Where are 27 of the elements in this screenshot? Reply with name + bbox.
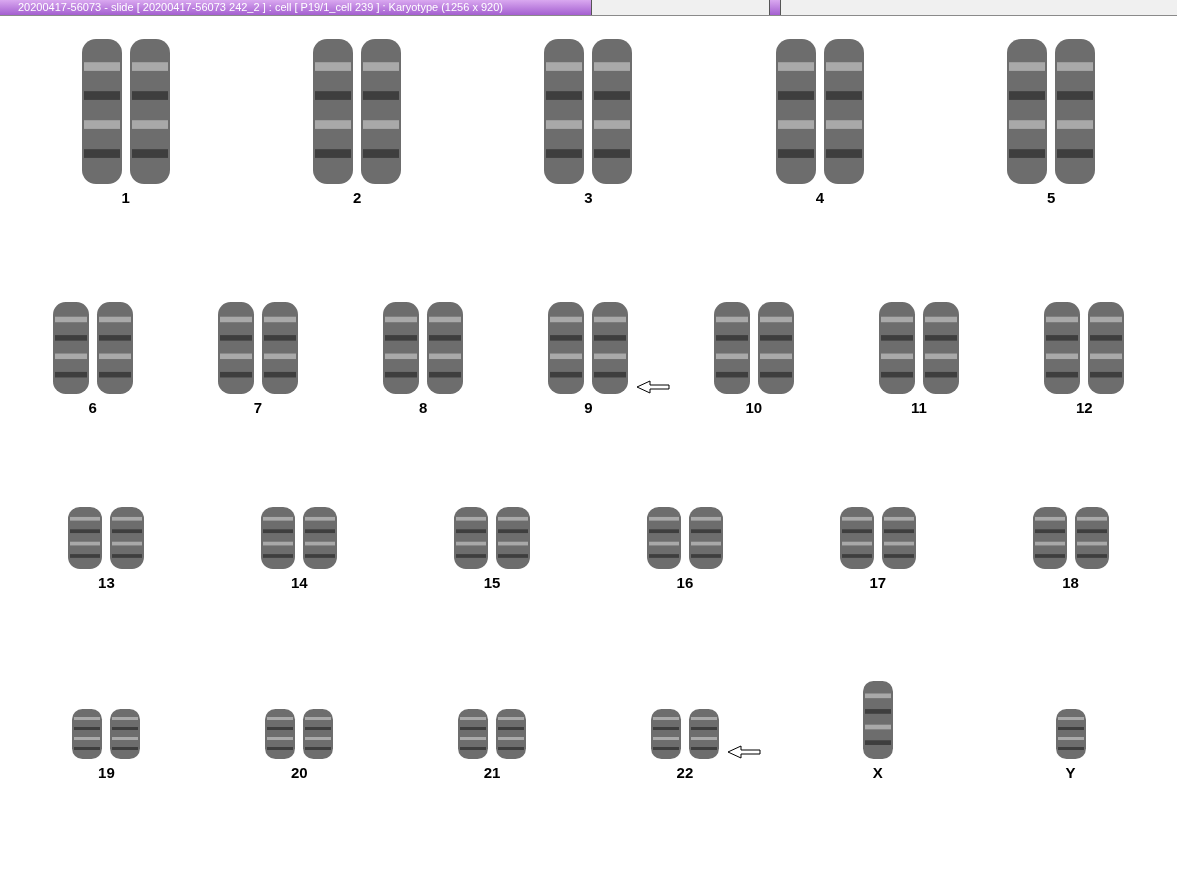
chromosome-label: 11: [911, 400, 927, 416]
chromosome-label: 5: [1047, 190, 1056, 206]
chromosome-label: 6: [88, 400, 97, 416]
chromosome-label: 14: [290, 575, 308, 591]
chromosome-pair-drawing: [650, 709, 719, 759]
chromosome-label: 2: [352, 190, 362, 206]
chromosome-label: 15: [483, 575, 501, 591]
chromosome-label: 16: [676, 575, 694, 591]
chromosome-label: 4: [815, 190, 825, 206]
chromosome-label: 8: [419, 400, 428, 416]
chromosome-label: 3: [584, 190, 593, 206]
chromosome-label: X: [872, 765, 883, 781]
chromosome-label: 13: [98, 575, 115, 591]
chromosome-label: 20: [290, 765, 308, 781]
chromosome-label: 19: [98, 765, 115, 781]
chromosome-label: 22: [676, 765, 694, 781]
chromosome-label: 9: [584, 400, 593, 416]
chromosome-label: 1: [121, 190, 130, 206]
tab-handle[interactable]: [769, 0, 781, 15]
chromosome-label: 10: [745, 400, 763, 416]
chromosome-label: 17: [869, 575, 887, 591]
chromosome-label: Y: [1065, 765, 1076, 781]
chromosome-label: 18: [1062, 575, 1079, 591]
chromosome-label: 12: [1076, 400, 1093, 416]
window-title: 20200417-56073 - slide [ 20200417-56073 242_2 ] : cell [ P19/1_cell 239 ] : Karyotype (1256 x 920): [0, 0, 592, 15]
chromosome-label: 21: [483, 765, 501, 781]
chromosome-label: 7: [253, 400, 263, 416]
